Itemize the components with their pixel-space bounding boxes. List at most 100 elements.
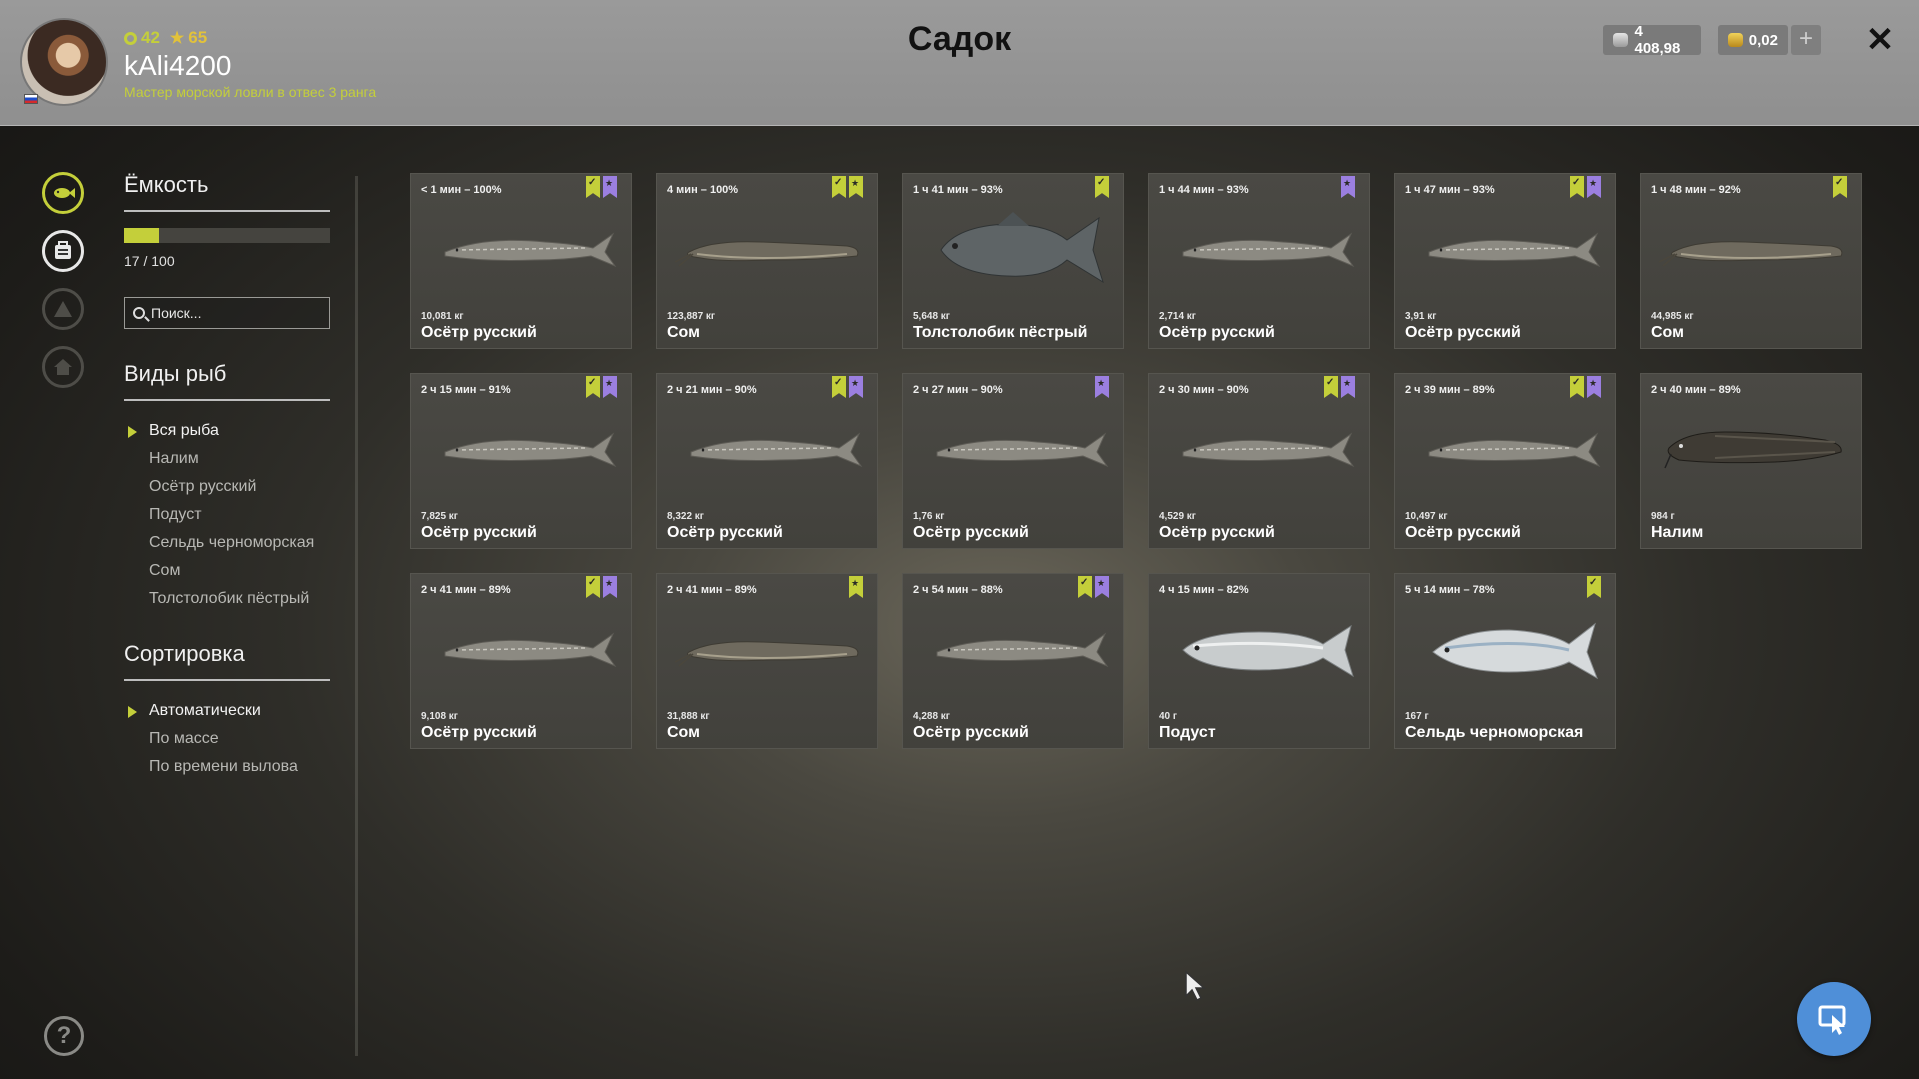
purple-star-bookmark-icon[interactable]: [1587, 376, 1601, 398]
fish-card[interactable]: 1 ч 41 мин – 93% 5,648 кг Толстолобик пёст…: [902, 173, 1124, 349]
fish-grid: < 1 мин – 100% 10,081 кг Осётр русский 4 ми…: [410, 173, 1862, 749]
fish-card[interactable]: 5 ч 14 мин – 78% 167 г Сельдь черноморская: [1394, 573, 1616, 749]
filter-panel: Ёмкость 17 / 100 Поиск... Виды рыб Вся р…: [124, 172, 330, 781]
green-check-bookmark-icon[interactable]: [832, 176, 846, 198]
purple-star-bookmark-icon[interactable]: [1587, 176, 1601, 198]
avatar[interactable]: [20, 18, 108, 106]
species-filter-item[interactable]: Толстолобик пёстрый: [124, 585, 330, 613]
species-title: Виды рыб: [124, 361, 330, 401]
sturgeon-fish-icon: [444, 232, 617, 268]
sort-option-item[interactable]: По массе: [124, 725, 330, 753]
species-filter-item[interactable]: Осётр русский: [124, 473, 330, 501]
species-filter-item[interactable]: Сом: [124, 557, 330, 585]
green-check-bookmark-icon[interactable]: [1833, 176, 1847, 198]
cursor-mode-button[interactable]: [1797, 982, 1871, 1056]
purple-star-bookmark-icon[interactable]: [1095, 376, 1109, 398]
camp-icon[interactable]: [42, 288, 84, 330]
fish-card[interactable]: < 1 мин – 100% 10,081 кг Осётр русский: [410, 173, 632, 349]
green-check-bookmark-icon[interactable]: [1587, 576, 1601, 598]
fish-card[interactable]: 2 ч 41 мин – 89% 31,888 кг Сом: [656, 573, 878, 749]
player-level: 42: [124, 28, 160, 48]
fish-time-quality: 1 ч 47 мин – 93%: [1405, 184, 1495, 196]
home-icon[interactable]: [42, 346, 84, 388]
fish-name: Осётр русский: [913, 524, 1029, 541]
fish-time-quality: 2 ч 41 мин – 89%: [421, 584, 511, 596]
fish-card[interactable]: 2 ч 27 мин – 90% 1,76 кг Осётр русский: [902, 373, 1124, 549]
fish-card[interactable]: 2 ч 30 мин – 90% 4,529 кг Осётр русский: [1148, 373, 1370, 549]
fish-weight: 4,288 кг: [913, 711, 950, 722]
sort-option-item[interactable]: Автоматически: [124, 697, 330, 725]
fish-time-quality: 4 ч 15 мин – 82%: [1159, 584, 1249, 596]
species-filter-item[interactable]: Подуст: [124, 501, 330, 529]
keepnet-fish-icon[interactable]: [42, 172, 84, 214]
purple-star-bookmark-icon[interactable]: [603, 576, 617, 598]
fish-card[interactable]: 4 мин – 100% 123,887 кг Сом: [656, 173, 878, 349]
fish-card[interactable]: 2 ч 41 мин – 89% 9,108 кг Осётр русский: [410, 573, 632, 749]
sort-option-item[interactable]: По времени вылова: [124, 753, 330, 781]
fish-marks: [586, 376, 617, 398]
species-filter-item[interactable]: Вся рыба: [124, 417, 330, 445]
fish-card[interactable]: 1 ч 48 мин – 92% 44,985 кг Сом: [1640, 173, 1862, 349]
silver-balance: 4 408,98: [1603, 23, 1701, 57]
green-star-bookmark-icon[interactable]: [849, 576, 863, 598]
fish-marks: [1570, 376, 1601, 398]
fish-time-quality: 2 ч 30 мин – 90%: [1159, 384, 1249, 396]
fish-weight: 2,714 кг: [1159, 311, 1196, 322]
player-level-value: 42: [141, 28, 160, 47]
green-star-bookmark-icon[interactable]: [849, 176, 863, 198]
fish-card[interactable]: 2 ч 40 мин – 89% 984 г Налим: [1640, 373, 1862, 549]
fish-name: Осётр русский: [421, 724, 537, 741]
fish-weight: 4,529 кг: [1159, 511, 1196, 522]
purple-star-bookmark-icon[interactable]: [849, 376, 863, 398]
close-button[interactable]: ✕: [1864, 22, 1896, 58]
green-check-bookmark-icon[interactable]: [586, 176, 600, 198]
fish-marks: [1095, 376, 1109, 398]
fish-card[interactable]: 2 ч 15 мин – 91% 7,825 кг Осётр русский: [410, 373, 632, 549]
fish-card[interactable]: 2 ч 39 мин – 89% 10,497 кг Осётр русский: [1394, 373, 1616, 549]
search-input[interactable]: Поиск...: [124, 297, 330, 329]
fish-weight: 3,91 кг: [1405, 311, 1437, 322]
catfish-fish-icon: [1658, 241, 1843, 267]
top-bar: 42 ★ 65 kAli4200 Мастер морской ловли в …: [0, 0, 1919, 126]
nase-fish-icon: [1182, 624, 1354, 678]
fish-time-quality: 2 ч 27 мин – 90%: [913, 384, 1003, 396]
fish-weight: 40 г: [1159, 711, 1178, 722]
purple-star-bookmark-icon[interactable]: [603, 376, 617, 398]
fish-card[interactable]: 4 ч 15 мин – 82% 40 г Подуст: [1148, 573, 1370, 749]
username: kAli4200: [124, 50, 232, 81]
species-filter-item[interactable]: Налим: [124, 445, 330, 473]
green-check-bookmark-icon[interactable]: [1078, 576, 1092, 598]
sturgeon-fish-icon: [1428, 432, 1601, 468]
catfish-fish-icon: [674, 241, 859, 267]
player-rank-level-value: 65: [188, 28, 208, 47]
fish-card[interactable]: 2 ч 21 мин – 90% 8,322 кг Осётр русский: [656, 373, 878, 549]
add-currency-button[interactable]: +: [1791, 25, 1821, 55]
purple-star-bookmark-icon[interactable]: [1341, 376, 1355, 398]
fish-card[interactable]: 1 ч 47 мин – 93% 3,91 кг Осётр русский: [1394, 173, 1616, 349]
help-icon[interactable]: ?: [44, 1016, 84, 1056]
level-ring-icon: [124, 31, 137, 45]
sturgeon-fish-icon: [1428, 232, 1601, 268]
equipment-bag-icon[interactable]: [42, 230, 84, 272]
species-filter-item[interactable]: Сельдь черноморская: [124, 529, 330, 557]
purple-star-bookmark-icon[interactable]: [603, 176, 617, 198]
fish-card[interactable]: 1 ч 44 мин – 93% 2,714 кг Осётр русский: [1148, 173, 1370, 349]
fish-card[interactable]: 2 ч 54 мин – 88% 4,288 кг Осётр русский: [902, 573, 1124, 749]
fish-time-quality: 1 ч 44 мин – 93%: [1159, 184, 1249, 196]
green-check-bookmark-icon[interactable]: [586, 376, 600, 398]
country-flag-icon: [24, 94, 38, 104]
green-check-bookmark-icon[interactable]: [1324, 376, 1338, 398]
fish-name: Сом: [667, 724, 700, 741]
purple-star-bookmark-icon[interactable]: [1341, 176, 1355, 198]
green-check-bookmark-icon[interactable]: [832, 376, 846, 398]
purple-star-bookmark-icon[interactable]: [1095, 576, 1109, 598]
green-check-bookmark-icon[interactable]: [1570, 176, 1584, 198]
sorting-list: Автоматически По массе По времени вылова: [124, 697, 330, 781]
capacity-title: Ёмкость: [124, 172, 330, 212]
green-check-bookmark-icon[interactable]: [586, 576, 600, 598]
fish-weight: 10,497 кг: [1405, 511, 1448, 522]
green-check-bookmark-icon[interactable]: [1570, 376, 1584, 398]
gold-balance: 0,02: [1718, 25, 1788, 55]
green-check-bookmark-icon[interactable]: [1095, 176, 1109, 198]
search-placeholder: Поиск...: [151, 305, 202, 321]
